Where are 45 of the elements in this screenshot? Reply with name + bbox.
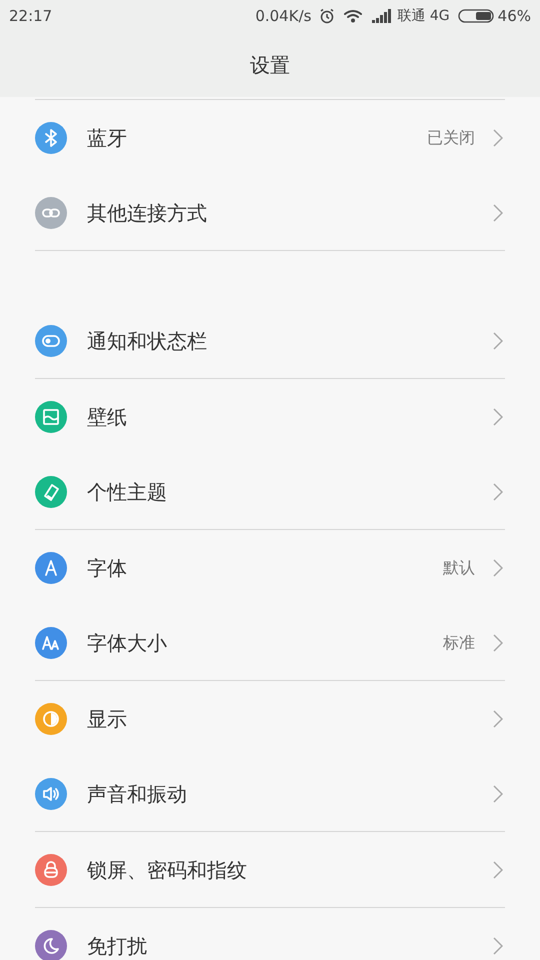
settings-item[interactable]: 字体大小 标准 xyxy=(0,605,540,680)
item-label: 锁屏、密码和指纹 xyxy=(87,856,247,884)
item-value: 默认 xyxy=(443,556,475,578)
chevron-icon xyxy=(493,332,503,350)
settings-item[interactable]: 字体 默认 xyxy=(0,530,540,605)
carrier-label: 联通 4G xyxy=(397,6,450,26)
item-label: 壁纸 xyxy=(87,404,127,430)
chevron-icon xyxy=(493,204,503,222)
settings-item[interactable]: 蓝牙 已关闭 xyxy=(0,100,540,175)
chevron-icon xyxy=(493,784,503,802)
signal-icon xyxy=(371,9,392,23)
item-label: 个性主题 xyxy=(87,478,167,506)
chevron-icon xyxy=(493,482,503,500)
item-label: 字体 xyxy=(87,554,127,582)
chevron-icon xyxy=(493,710,503,728)
item-label: 免打扰 xyxy=(87,932,147,960)
settings-item[interactable]: 通知和状态栏 xyxy=(0,303,540,378)
alarm-icon xyxy=(319,8,336,24)
network-speed: 0.04K/s xyxy=(255,6,312,27)
wifi-icon xyxy=(343,9,364,23)
page-title: 设置 xyxy=(250,52,290,78)
chevron-icon xyxy=(493,128,503,146)
settings-item[interactable]: 声音和振动 xyxy=(0,756,540,831)
chevron-icon xyxy=(493,408,503,426)
settings-item[interactable]: 其他连接方式 xyxy=(0,175,540,250)
item-label: 其他连接方式 xyxy=(87,200,207,226)
item-value: 已关闭 xyxy=(427,126,475,148)
clock: 22:17 xyxy=(9,6,52,27)
item-label: 通知和状态栏 xyxy=(87,328,207,354)
chevron-icon xyxy=(493,558,503,576)
settings-item[interactable]: 壁纸 xyxy=(0,379,540,454)
chevron-icon xyxy=(493,936,503,954)
settings-item[interactable]: 个性主题 xyxy=(0,454,540,529)
item-label: 蓝牙 xyxy=(87,124,127,152)
battery-percentage: 46% xyxy=(498,6,531,27)
settings-item[interactable]: 免打扰 xyxy=(0,908,540,960)
settings-item[interactable]: 显示 xyxy=(0,681,540,756)
chevron-icon xyxy=(493,860,503,878)
item-label: 字体大小 xyxy=(87,630,167,656)
settings-item[interactable]: 锁屏、密码和指纹 xyxy=(0,832,540,907)
chevron-icon xyxy=(493,634,503,652)
item-value: 标准 xyxy=(443,632,475,654)
item-label: 显示 xyxy=(87,706,127,732)
battery-icon xyxy=(458,8,494,24)
item-label: 声音和振动 xyxy=(87,780,187,808)
